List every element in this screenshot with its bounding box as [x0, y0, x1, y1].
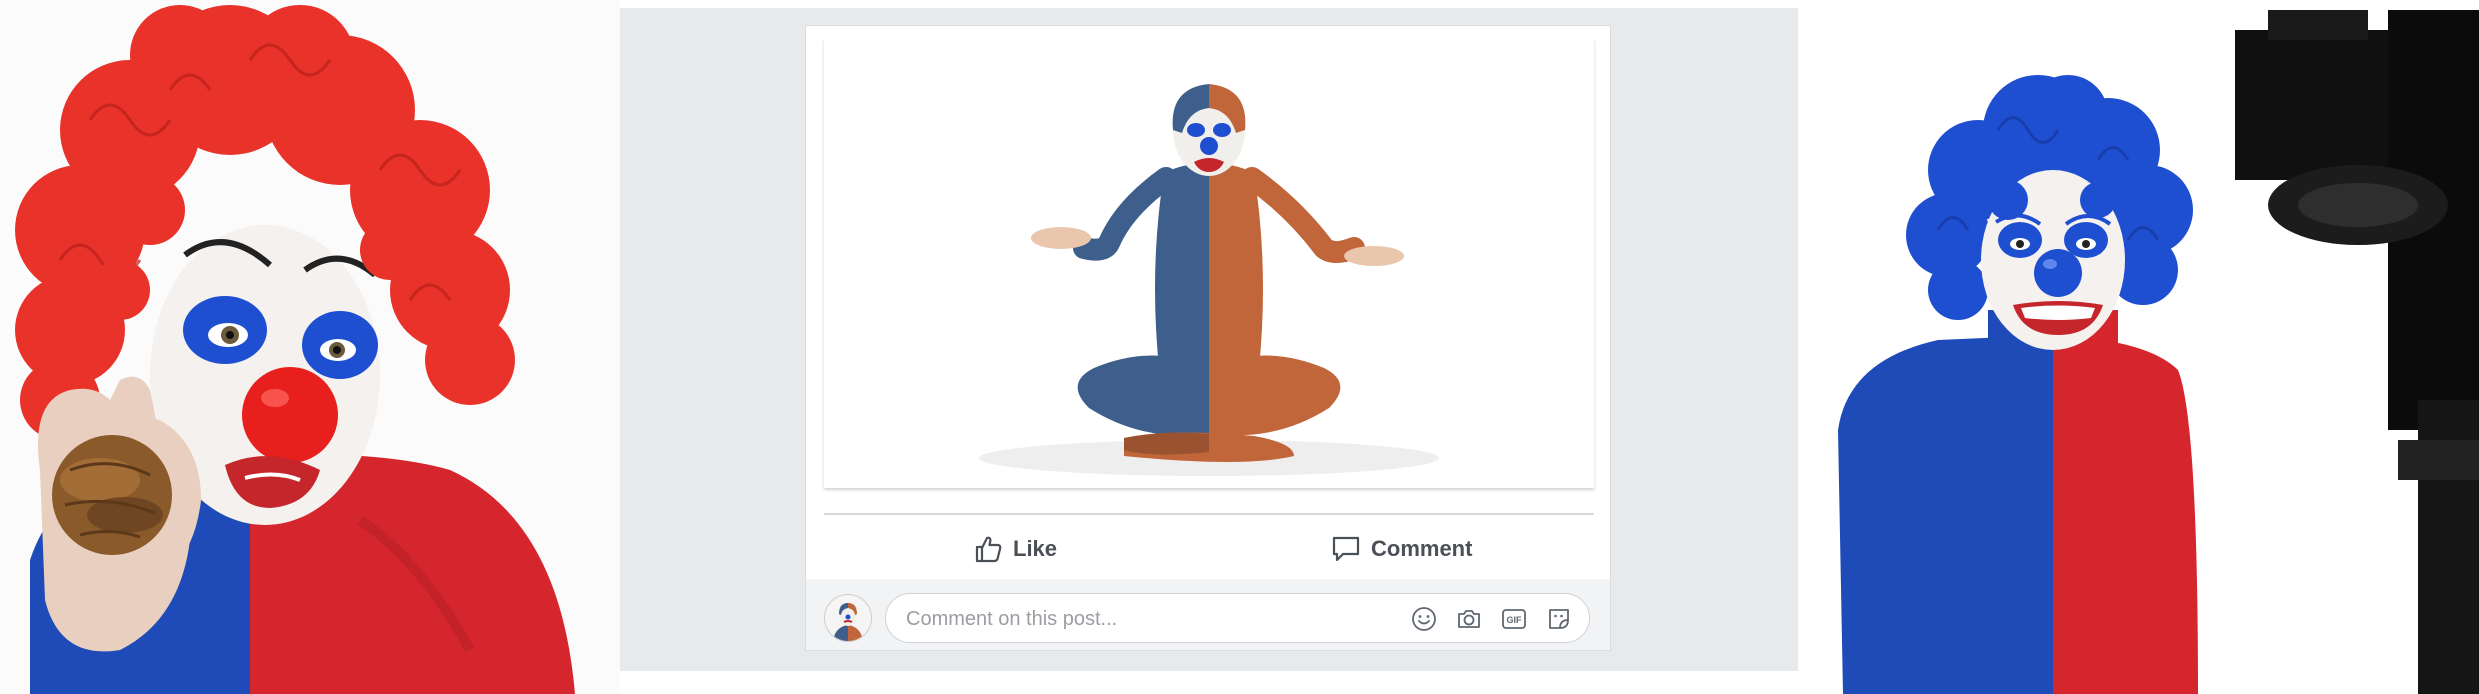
- like-button[interactable]: Like: [973, 519, 1057, 579]
- comment-button[interactable]: Comment: [1331, 519, 1472, 579]
- smiley-icon[interactable]: [1411, 606, 1437, 632]
- camera-icon[interactable]: [1456, 606, 1482, 632]
- clown-blue-wig-image: [1838, 10, 2479, 694]
- comment-composer: GIF: [806, 579, 1610, 650]
- thumbs-up-icon: [975, 536, 1002, 563]
- gif-label: GIF: [1507, 615, 1523, 625]
- avatar-image: [825, 595, 871, 641]
- sticker-icon[interactable]: [1546, 606, 1572, 632]
- social-post-mockup: Like Comment Comment on this post... GIF: [620, 8, 1798, 671]
- post-image: [824, 38, 1594, 488]
- clown-red-wig-image: [15, 5, 575, 694]
- left-photo-clown-red-wig: [0, 0, 620, 694]
- like-label: Like: [1013, 536, 1058, 561]
- right-photo-clown-blue-wig: [1798, 0, 2479, 694]
- comment-label: Comment: [1371, 536, 1473, 561]
- comment-input[interactable]: [904, 594, 1388, 644]
- post-divider: [824, 513, 1594, 515]
- post-card: Like Comment Comment on this post... GIF: [805, 25, 1611, 651]
- shrugging-figure-image: [979, 84, 1439, 476]
- comment-bubble-icon: [1332, 536, 1360, 562]
- avatar: [824, 594, 872, 642]
- gif-icon[interactable]: GIF: [1501, 606, 1527, 632]
- comment-input-box[interactable]: GIF: [885, 593, 1590, 644]
